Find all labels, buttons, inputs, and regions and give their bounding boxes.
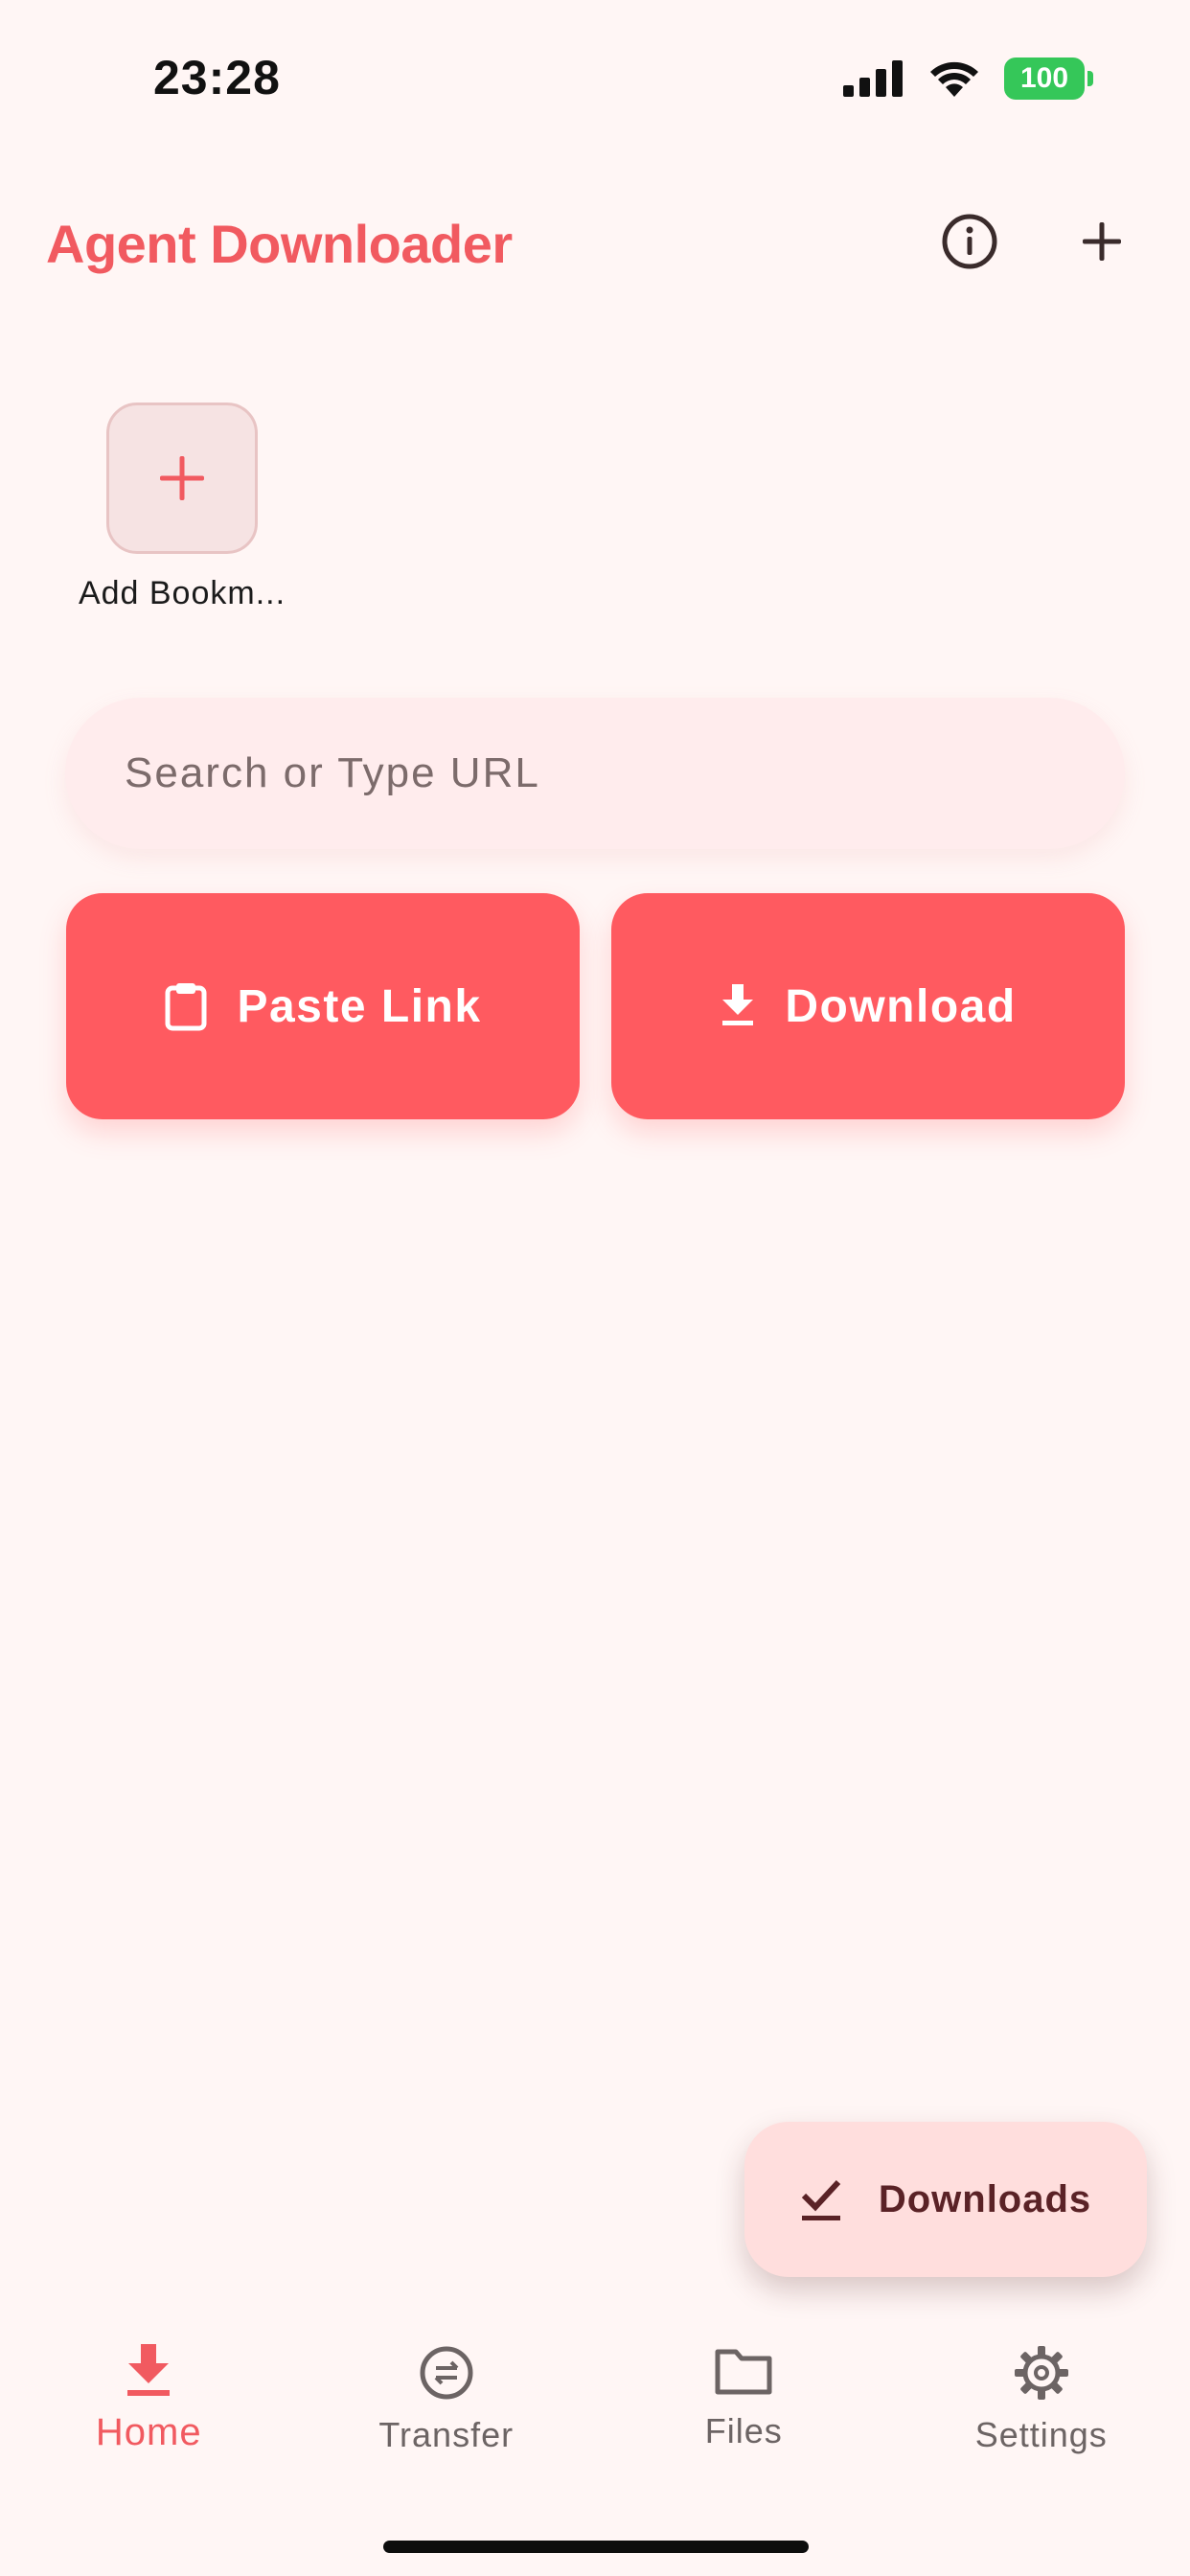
nav-label-files: Files (704, 2411, 783, 2450)
search-input[interactable] (123, 748, 1125, 798)
nav-item-settings[interactable]: Settings (893, 2319, 1190, 2492)
plus-icon (160, 456, 204, 500)
app-title: Agent Downloader (46, 214, 513, 274)
nav-item-files[interactable]: Files (595, 2319, 893, 2492)
clipboard-icon (165, 983, 207, 1031)
downloads-fab-label: Downloads (878, 2177, 1092, 2220)
status-time: 23:28 (153, 51, 281, 104)
paste-link-button[interactable]: Paste Link (66, 893, 580, 1119)
plus-icon (1083, 222, 1121, 261)
download-icon (722, 984, 754, 1025)
paste-link-label: Paste Link (237, 980, 482, 1032)
search-bar[interactable] (65, 698, 1125, 849)
bottom-navigation: Home Transfer Files Settings (0, 2319, 1190, 2492)
nav-label-transfer: Transfer (378, 2415, 515, 2454)
status-icons: 100 (843, 58, 1093, 100)
info-button[interactable] (931, 203, 1008, 280)
add-bookmark[interactable]: Add Bookm... (69, 402, 295, 612)
download-icon (127, 2344, 171, 2396)
info-icon (942, 214, 997, 269)
home-indicator (383, 2541, 809, 2553)
add-button[interactable] (1064, 203, 1140, 280)
gear-icon (1014, 2346, 1068, 2400)
transfer-icon (420, 2346, 473, 2400)
add-bookmark-tile[interactable] (106, 402, 258, 554)
bookmark-label: Add Bookm... (78, 575, 286, 611)
folder-icon (715, 2349, 772, 2395)
download-done-icon (801, 2179, 841, 2220)
cellular-signal-icon (843, 60, 903, 97)
download-label: Download (785, 980, 1017, 1032)
battery-indicator: 100 (1004, 58, 1093, 100)
nav-label-home: Home (95, 2411, 202, 2453)
nav-item-transfer[interactable]: Transfer (298, 2319, 596, 2492)
download-button[interactable]: Download (611, 893, 1125, 1119)
nav-label-settings: Settings (974, 2415, 1108, 2454)
nav-item-home[interactable]: Home (0, 2319, 298, 2492)
battery-level: 100 (1019, 62, 1069, 94)
downloads-fab[interactable]: Downloads (744, 2122, 1147, 2277)
wifi-icon (930, 61, 978, 97)
